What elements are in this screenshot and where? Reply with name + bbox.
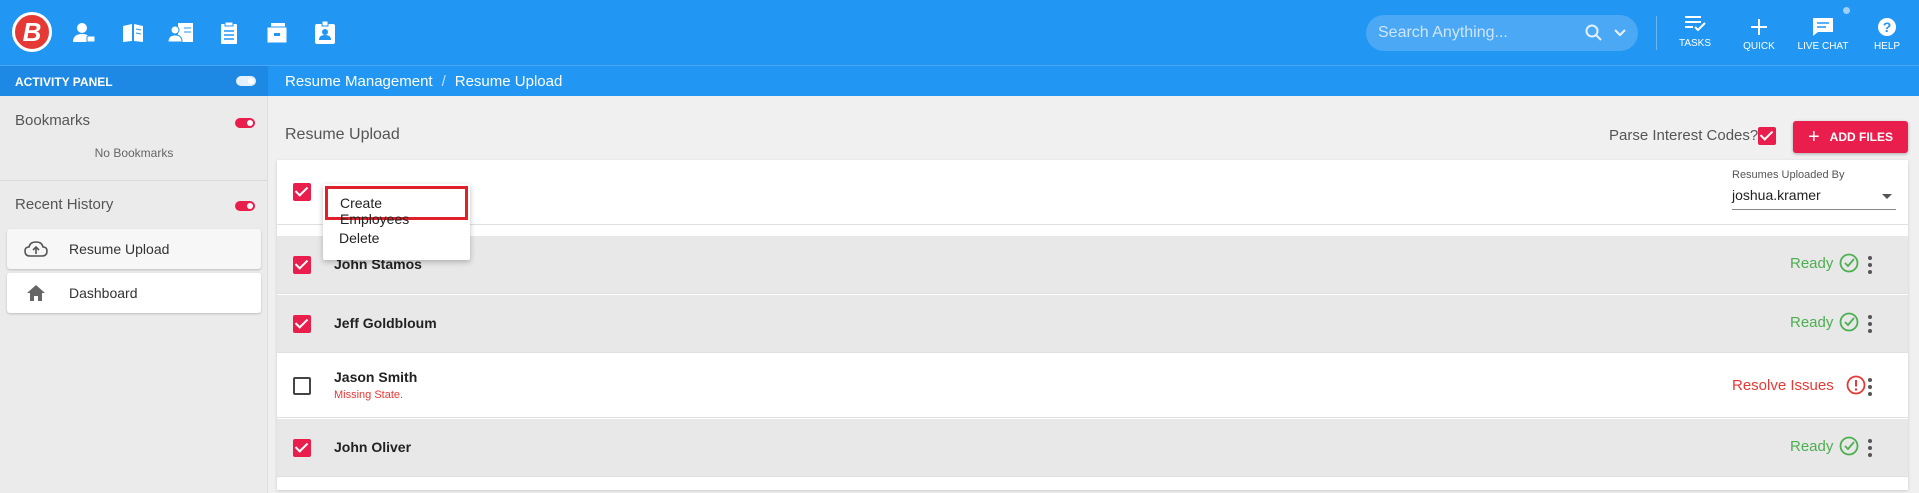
cloud-upload-icon (23, 239, 49, 259)
recent-history-heading: Recent History (15, 196, 114, 213)
chat-icon (1813, 18, 1833, 36)
activity-panel-label: ACTIVITY PANEL (15, 75, 113, 89)
breadcrumb-item-resume-upload: Resume Upload (454, 73, 563, 90)
status-label: Ready (1790, 437, 1834, 455)
quick-label: QUICK (1743, 41, 1775, 52)
list-header: Resumes Uploaded By joshua.kramer (277, 160, 1908, 225)
more-options-icon[interactable] (1867, 315, 1873, 333)
sidebar-item-label: Resume Upload (69, 241, 170, 257)
resume-name: John Oliver (334, 439, 412, 455)
folder-box-icon[interactable] (262, 18, 292, 48)
notification-dot (1843, 7, 1850, 14)
row-checkbox[interactable] (293, 256, 311, 274)
check-circle-icon (1839, 312, 1859, 332)
row-checkbox[interactable] (293, 377, 311, 395)
app-logo[interactable]: B (12, 12, 52, 52)
search-bar[interactable] (1366, 15, 1638, 51)
status-ready[interactable]: Ready (1790, 312, 1859, 332)
check-circle-icon (1839, 253, 1859, 273)
search-icon[interactable] (1585, 24, 1603, 42)
bookmarks-heading: Bookmarks (15, 112, 91, 129)
status-label: Ready (1790, 254, 1834, 272)
tasks-icon (1685, 16, 1706, 32)
sub-navigation-bar: ACTIVITY PANEL Resume Management / Resume … (0, 65, 1919, 96)
status-resolve-issues[interactable]: Resolve Issues (1732, 375, 1866, 395)
plus-icon (1751, 19, 1767, 35)
select-all-checkbox[interactable] (293, 183, 311, 201)
activity-panel-toggle[interactable] (236, 76, 256, 86)
top-navigation-bar: B TASKS QUICK LIVE CHAT ? (0, 0, 1919, 65)
plus-icon: + (1807, 126, 1820, 148)
table-row[interactable]: John Stamos Ready (277, 236, 1908, 294)
status-ready[interactable]: Ready (1790, 436, 1859, 456)
tasks-button[interactable]: TASKS (1663, 14, 1727, 58)
search-input[interactable] (1378, 24, 1585, 42)
more-options-icon[interactable] (1867, 378, 1873, 396)
quick-button[interactable]: QUICK (1727, 17, 1791, 61)
topbar-divider (1656, 16, 1657, 50)
status-ready[interactable]: Ready (1790, 253, 1859, 273)
book-icon[interactable] (118, 18, 148, 48)
row-checkbox[interactable] (293, 315, 311, 333)
more-options-icon[interactable] (1867, 439, 1873, 457)
uploaded-by-value: joshua.kramer (1732, 187, 1821, 203)
add-files-label: ADD FILES (1829, 130, 1894, 144)
bookmarks-toggle[interactable] (235, 118, 255, 128)
tasks-label: TASKS (1678, 38, 1712, 49)
svg-text:?: ? (1883, 19, 1892, 35)
sidebar-item-label: Dashboard (69, 285, 138, 301)
badge-icon[interactable] (310, 18, 340, 48)
status-label: Ready (1790, 313, 1834, 331)
help-icon: ? (1878, 18, 1896, 36)
table-row[interactable]: John Oliver Ready (277, 419, 1908, 477)
menu-item-create-employees[interactable]: Create Employees (325, 186, 468, 227)
table-row[interactable]: Jeff Goldbloum Ready (277, 295, 1908, 353)
help-label: HELP (1873, 41, 1901, 52)
resume-name: Jeff Goldbloum (334, 315, 437, 331)
page-title: Resume Upload (285, 126, 400, 143)
add-files-button[interactable]: + ADD FILES (1793, 121, 1908, 153)
more-options-icon[interactable] (1867, 256, 1873, 274)
chevron-down-icon[interactable] (1613, 28, 1627, 38)
recent-history-toggle[interactable] (235, 201, 255, 211)
dropdown-arrow-icon (1882, 194, 1892, 199)
sidebar-item-resume-upload[interactable]: Resume Upload (7, 229, 261, 269)
parse-interest-codes-label: Parse Interest Codes? (1609, 127, 1759, 144)
bulk-actions-menu: Create Employees Delete (323, 184, 470, 260)
status-label: Resolve Issues (1732, 376, 1834, 394)
uploaded-by-label: Resumes Uploaded By (1732, 169, 1845, 181)
home-icon (23, 283, 49, 303)
parse-interest-codes-checkbox[interactable] (1758, 127, 1776, 145)
live-chat-label: LIVE CHAT (1797, 41, 1849, 52)
activity-panel-header: ACTIVITY PANEL (0, 66, 268, 96)
live-chat-button[interactable]: LIVE CHAT (1791, 17, 1855, 61)
clipboard-icon[interactable] (214, 18, 244, 48)
row-checkbox[interactable] (293, 439, 311, 457)
issue-text: Missing State. (334, 389, 404, 401)
help-button[interactable]: ? HELP (1855, 17, 1919, 61)
table-row[interactable]: Jason Smith Missing State. Resolve Issue… (277, 354, 1908, 418)
employee-icon[interactable] (69, 18, 99, 48)
sidebar-item-dashboard[interactable]: Dashboard (7, 273, 261, 313)
uploaded-by-select[interactable]: joshua.kramer (1732, 184, 1896, 210)
sidebar-divider (0, 180, 268, 181)
alert-circle-icon (1846, 375, 1866, 395)
people-card-icon[interactable] (166, 18, 196, 48)
no-bookmarks-text: No Bookmarks (94, 146, 174, 160)
resume-name: Jason Smith (334, 369, 418, 385)
breadcrumb: Resume Management / Resume Upload (285, 73, 563, 90)
resume-list-card: Resumes Uploaded By joshua.kramer John S… (277, 160, 1908, 490)
check-circle-icon (1839, 436, 1859, 456)
menu-item-delete[interactable]: Delete (323, 222, 470, 254)
activity-sidebar: Bookmarks No Bookmarks Recent History Re… (0, 96, 268, 493)
breadcrumb-item-resume-management[interactable]: Resume Management (285, 73, 433, 90)
